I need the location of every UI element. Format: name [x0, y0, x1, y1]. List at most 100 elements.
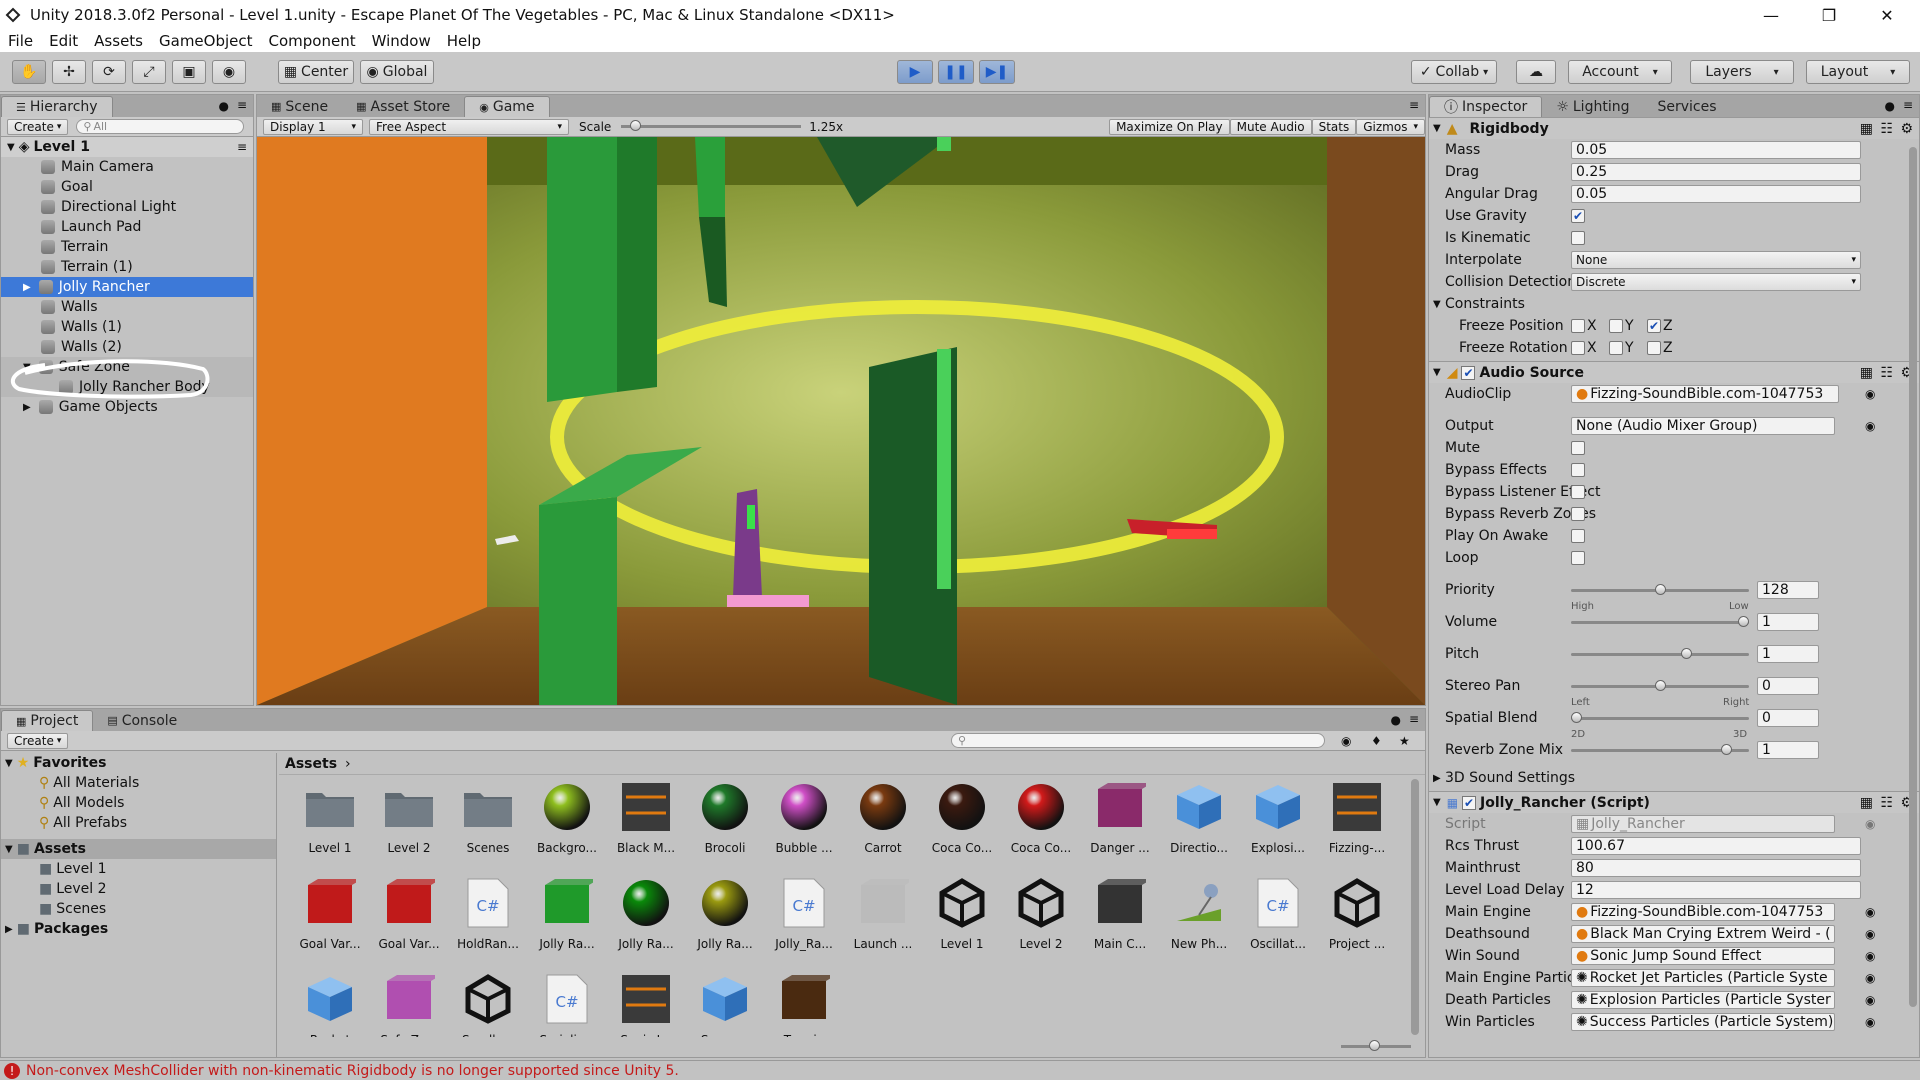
reverb-zone-mix-slider[interactable]: [1571, 743, 1749, 755]
asset-item[interactable]: Coca Co...: [923, 779, 1001, 857]
preset-icon[interactable]: ☷: [1880, 795, 1893, 811]
scale-tool-icon[interactable]: ⤢: [132, 60, 166, 84]
object-picker-icon[interactable]: ◉: [1865, 993, 1875, 1007]
mute-audio-toggle[interactable]: Mute Audio: [1229, 119, 1312, 135]
icon-size-slider[interactable]: [1341, 1040, 1411, 1051]
favorite-item[interactable]: ⚲ All Materials: [1, 773, 276, 793]
assets-root-row[interactable]: ▼ ■ Assets: [1, 839, 276, 859]
asset-item[interactable]: Sandbox: [449, 971, 527, 1037]
scale-slider[interactable]: [621, 120, 802, 131]
filter-label-icon[interactable]: ♦: [1371, 734, 1382, 748]
panel-menu-icon[interactable]: ≡: [1409, 712, 1419, 726]
pitch-field[interactable]: 1: [1757, 645, 1819, 663]
panel-menu-icon[interactable]: ≡: [1903, 98, 1913, 112]
asset-item[interactable]: C# Jolly_Ra...: [765, 875, 843, 953]
aspect-dropdown[interactable]: Free Aspect ▾: [369, 118, 569, 135]
project-search-input[interactable]: ⚲: [951, 733, 1325, 748]
inspector-scrollbar[interactable]: [1909, 147, 1917, 1007]
enable-checkbox[interactable]: ✔: [1462, 795, 1477, 810]
priority-slider[interactable]: [1571, 583, 1749, 595]
priority-field[interactable]: 128: [1757, 581, 1819, 599]
win-particles-field[interactable]: ✺ Success Particles (Particle System): [1571, 1013, 1835, 1031]
hierarchy-item[interactable]: Walls (2): [1, 337, 253, 357]
bypass-reverb-checkbox[interactable]: [1571, 507, 1585, 521]
hierarchy-item[interactable]: Launch Pad: [1, 217, 253, 237]
slider-knob[interactable]: [1654, 583, 1666, 595]
transform-tool-icon[interactable]: ◉: [212, 60, 246, 84]
3d-sound-settings-label[interactable]: 3D Sound Settings: [1445, 770, 1575, 786]
is-kinematic-checkbox[interactable]: [1571, 231, 1585, 245]
object-picker-icon[interactable]: ◉: [1865, 419, 1875, 433]
step-button[interactable]: ▶❚: [979, 60, 1015, 84]
asset-item[interactable]: Project ...: [1318, 875, 1396, 953]
spatial-blend-slider[interactable]: [1571, 711, 1749, 723]
lock-icon[interactable]: ●: [1391, 713, 1401, 727]
tab-project[interactable]: ▦ Project: [1, 710, 94, 731]
bypass-effects-checkbox[interactable]: [1571, 463, 1585, 477]
asset-item[interactable]: Backgro...: [528, 779, 606, 857]
asset-item[interactable]: Safe Zo...: [370, 971, 448, 1037]
menu-edit[interactable]: Edit: [41, 32, 86, 50]
create-dropdown[interactable]: Create ▾: [7, 732, 69, 749]
slider-knob[interactable]: [1681, 647, 1693, 659]
asset-item[interactable]: Coca Co...: [1002, 779, 1080, 857]
asset-folder-row[interactable]: ■ Scenes: [1, 899, 276, 919]
reverb-zone-mix-field[interactable]: 1: [1757, 741, 1819, 759]
output-field[interactable]: None (Audio Mixer Group): [1571, 417, 1835, 435]
hierarchy-item[interactable]: Terrain: [1, 237, 253, 257]
freeze-rot-y-checkbox[interactable]: [1609, 341, 1623, 355]
asset-item[interactable]: Sonic J...: [607, 971, 685, 1037]
scene-menu-icon[interactable]: ≡: [237, 140, 247, 154]
minimize-button[interactable]: —: [1742, 0, 1800, 30]
freeze-pos-y-checkbox[interactable]: [1609, 319, 1623, 333]
tab-asset-store[interactable]: ▦ Asset Store: [342, 96, 464, 117]
collision-detection-dropdown[interactable]: Discrete ▾: [1571, 273, 1861, 291]
lock-icon[interactable]: ●: [1885, 99, 1895, 113]
maximize-button[interactable]: ❐: [1800, 0, 1858, 30]
hierarchy-item[interactable]: Walls (1): [1, 317, 253, 337]
loop-checkbox[interactable]: [1571, 551, 1585, 565]
cloud-icon[interactable]: ☁: [1516, 60, 1556, 84]
asset-item[interactable]: Launch ...: [844, 875, 922, 953]
asset-item[interactable]: Fizzing-...: [1318, 779, 1396, 857]
win-sound-field[interactable]: ● Sonic Jump Sound Effect: [1571, 947, 1835, 965]
play-on-awake-checkbox[interactable]: [1571, 529, 1585, 543]
asset-item[interactable]: New Ph...: [1160, 875, 1238, 953]
asset-folder-row[interactable]: ■ Level 2: [1, 879, 276, 899]
help-icon[interactable]: ▦: [1860, 365, 1873, 381]
asset-item[interactable]: Level 1: [923, 875, 1001, 953]
asset-item[interactable]: Jolly Ra...: [607, 875, 685, 953]
game-render-viewport[interactable]: [257, 137, 1425, 705]
object-picker-icon[interactable]: ◉: [1865, 1015, 1875, 1029]
audioclip-field[interactable]: ● Fizzing-SoundBible.com-1047753: [1571, 385, 1839, 403]
asset-item[interactable]: Explosi...: [1239, 779, 1317, 857]
script-header[interactable]: ▼ ▦ ✔ Jolly_Rancher (Script) ▦ ☷ ⚙: [1429, 791, 1919, 813]
rcs-thrust-field[interactable]: 100.67: [1571, 837, 1861, 855]
deathsound-field[interactable]: ● Black Man Crying Extrem Weird - (: [1571, 925, 1835, 943]
asset-item[interactable]: C# Oscillat...: [1239, 875, 1317, 953]
maximize-on-play-toggle[interactable]: Maximize On Play: [1109, 119, 1230, 135]
drag-field[interactable]: 0.25: [1571, 163, 1861, 181]
hierarchy-item[interactable]: Walls: [1, 297, 253, 317]
status-bar[interactable]: ! Non-convex MeshCollider with non-kinem…: [0, 1060, 1920, 1080]
layout-dropdown[interactable]: Layout ▾: [1806, 60, 1910, 84]
freeze-rot-x-checkbox[interactable]: [1571, 341, 1585, 355]
layers-dropdown[interactable]: Layers ▾: [1690, 60, 1794, 84]
asset-item[interactable]: Level 2: [1002, 875, 1080, 953]
asset-item[interactable]: Black M...: [607, 779, 685, 857]
rotate-tool-icon[interactable]: ⟳: [92, 60, 126, 84]
asset-item[interactable]: Success: [686, 971, 764, 1037]
hierarchy-item-selected[interactable]: ▶ Jolly Rancher: [1, 277, 253, 297]
breadcrumb-assets[interactable]: Assets: [285, 756, 337, 772]
asset-item[interactable]: Danger ...: [1081, 779, 1159, 857]
asset-item[interactable]: Main C...: [1081, 875, 1159, 953]
menu-file[interactable]: File: [0, 32, 41, 50]
hierarchy-item[interactable]: Directional Light: [1, 197, 253, 217]
freeze-pos-x-checkbox[interactable]: [1571, 319, 1585, 333]
stereo-pan-field[interactable]: 0: [1757, 677, 1819, 695]
menu-help[interactable]: Help: [439, 32, 489, 50]
preset-icon[interactable]: ☷: [1880, 365, 1893, 381]
scale-slider-knob[interactable]: [629, 120, 641, 131]
hand-tool-icon[interactable]: ✋: [12, 60, 46, 84]
pause-button[interactable]: ❚❚: [938, 60, 974, 84]
